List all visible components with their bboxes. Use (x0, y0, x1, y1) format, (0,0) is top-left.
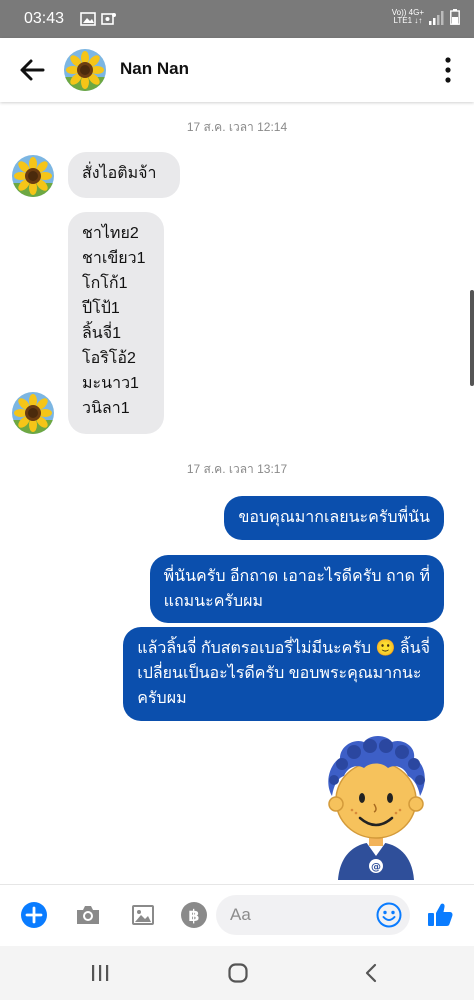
message-text: ชาไทย2 (82, 225, 139, 242)
sunflower-icon (64, 49, 106, 91)
outgoing-message[interactable]: ขอบคุณมากเลยนะครับพี่นัน (224, 496, 444, 540)
system-nav-bar (0, 946, 474, 1000)
message-text: โกโก้1 (82, 275, 128, 292)
message-input[interactable]: Aa (216, 895, 410, 935)
message-text: ปีโป้1 (82, 300, 120, 317)
back-icon[interactable] (360, 961, 384, 985)
network-indicator: Vo)) 4G+ LTE1 ↓↑ (392, 9, 424, 25)
emoji-icon[interactable] (376, 902, 402, 928)
signal-icon (429, 11, 444, 25)
sunflower-icon (12, 392, 54, 434)
baht-icon[interactable]: ฿ (180, 901, 208, 929)
image-icon[interactable] (129, 901, 157, 929)
gallery-notification-icon (80, 12, 96, 26)
message-text: ครับผม (137, 690, 187, 707)
message-input-placeholder: Aa (230, 905, 251, 924)
thumbs-up-icon[interactable] (426, 901, 454, 929)
composer-bar: ฿ Aa (0, 884, 474, 947)
more-options-icon[interactable] (442, 56, 454, 84)
sunflower-icon (12, 155, 54, 197)
screen-record-icon (101, 13, 116, 25)
message-text: ชาเขียว1 (82, 250, 146, 267)
timestamp: 17 ส.ค. เวลา 12:14 (186, 120, 288, 134)
incoming-message[interactable]: ชาไทย2 ชาเขียว1 โกโก้1 ปีโป้1 ลิ้นจี่1 โ… (68, 212, 164, 434)
sender-avatar[interactable] (12, 155, 54, 197)
contact-name[interactable]: Nan Nan (120, 59, 189, 79)
curly-hair-boy-sticker[interactable]: @ (318, 734, 434, 880)
timestamp: 17 ส.ค. เวลา 13:17 (186, 462, 288, 476)
message-text: เปลี่ยนเป็นอะไรดีครับ ขอบพระคุณมากนะ (137, 665, 422, 682)
message-text: แล้วลิ้นจี่ กับสตรอเบอรี่ไม่มีนะครับ 🙂 ล… (137, 640, 430, 657)
plus-icon[interactable] (20, 901, 48, 929)
scroll-indicator[interactable] (470, 290, 474, 386)
message-text: แถมนะครับผม (163, 593, 264, 610)
message-text: พี่นันครับ อีกถาด เอาอะไรดีครับ ถาด ที่ (163, 568, 430, 585)
message-text: ลิ้นจี่1 (82, 325, 122, 342)
sender-avatar[interactable] (12, 392, 54, 434)
message-text: สั่งไอติมจ้า (82, 165, 157, 182)
message-text: วนิลา1 (82, 400, 130, 417)
outgoing-message[interactable]: พี่นันครับ อีกถาด เอาอะไรดีครับ ถาด ที่ … (149, 555, 444, 623)
status-bar: 03:43 Vo)) 4G+ LTE1 ↓↑ (0, 0, 474, 38)
svg-text:฿: ฿ (188, 906, 199, 925)
contact-avatar[interactable] (64, 49, 106, 91)
message-text: มะนาว1 (82, 375, 139, 392)
home-icon[interactable] (226, 961, 250, 985)
incoming-message[interactable]: สั่งไอติมจ้า (68, 152, 180, 198)
message-text: โอริโอ้2 (82, 350, 136, 367)
status-time: 03:43 (24, 10, 65, 27)
battery-icon (450, 9, 460, 25)
conversation-header: Nan Nan (0, 38, 474, 102)
message-text: ขอบคุณมากเลยนะครับพี่นัน (238, 509, 430, 526)
camera-icon[interactable] (74, 901, 102, 929)
outgoing-message[interactable]: แล้วลิ้นจี่ กับสตรอเบอรี่ไม่มีนะครับ 🙂 ล… (123, 627, 444, 721)
svg-text:@: @ (371, 862, 381, 873)
message-list[interactable]: 17 ส.ค. เวลา 12:14 สั่งไอติมจ้า ชาไทย2 ช… (0, 102, 474, 884)
back-arrow-icon[interactable] (18, 56, 46, 84)
network-bottom-label: LTE1 ↓↑ (393, 16, 423, 25)
recents-icon[interactable] (88, 961, 112, 985)
status-right: Vo)) 4G+ LTE1 ↓↑ (392, 9, 460, 25)
